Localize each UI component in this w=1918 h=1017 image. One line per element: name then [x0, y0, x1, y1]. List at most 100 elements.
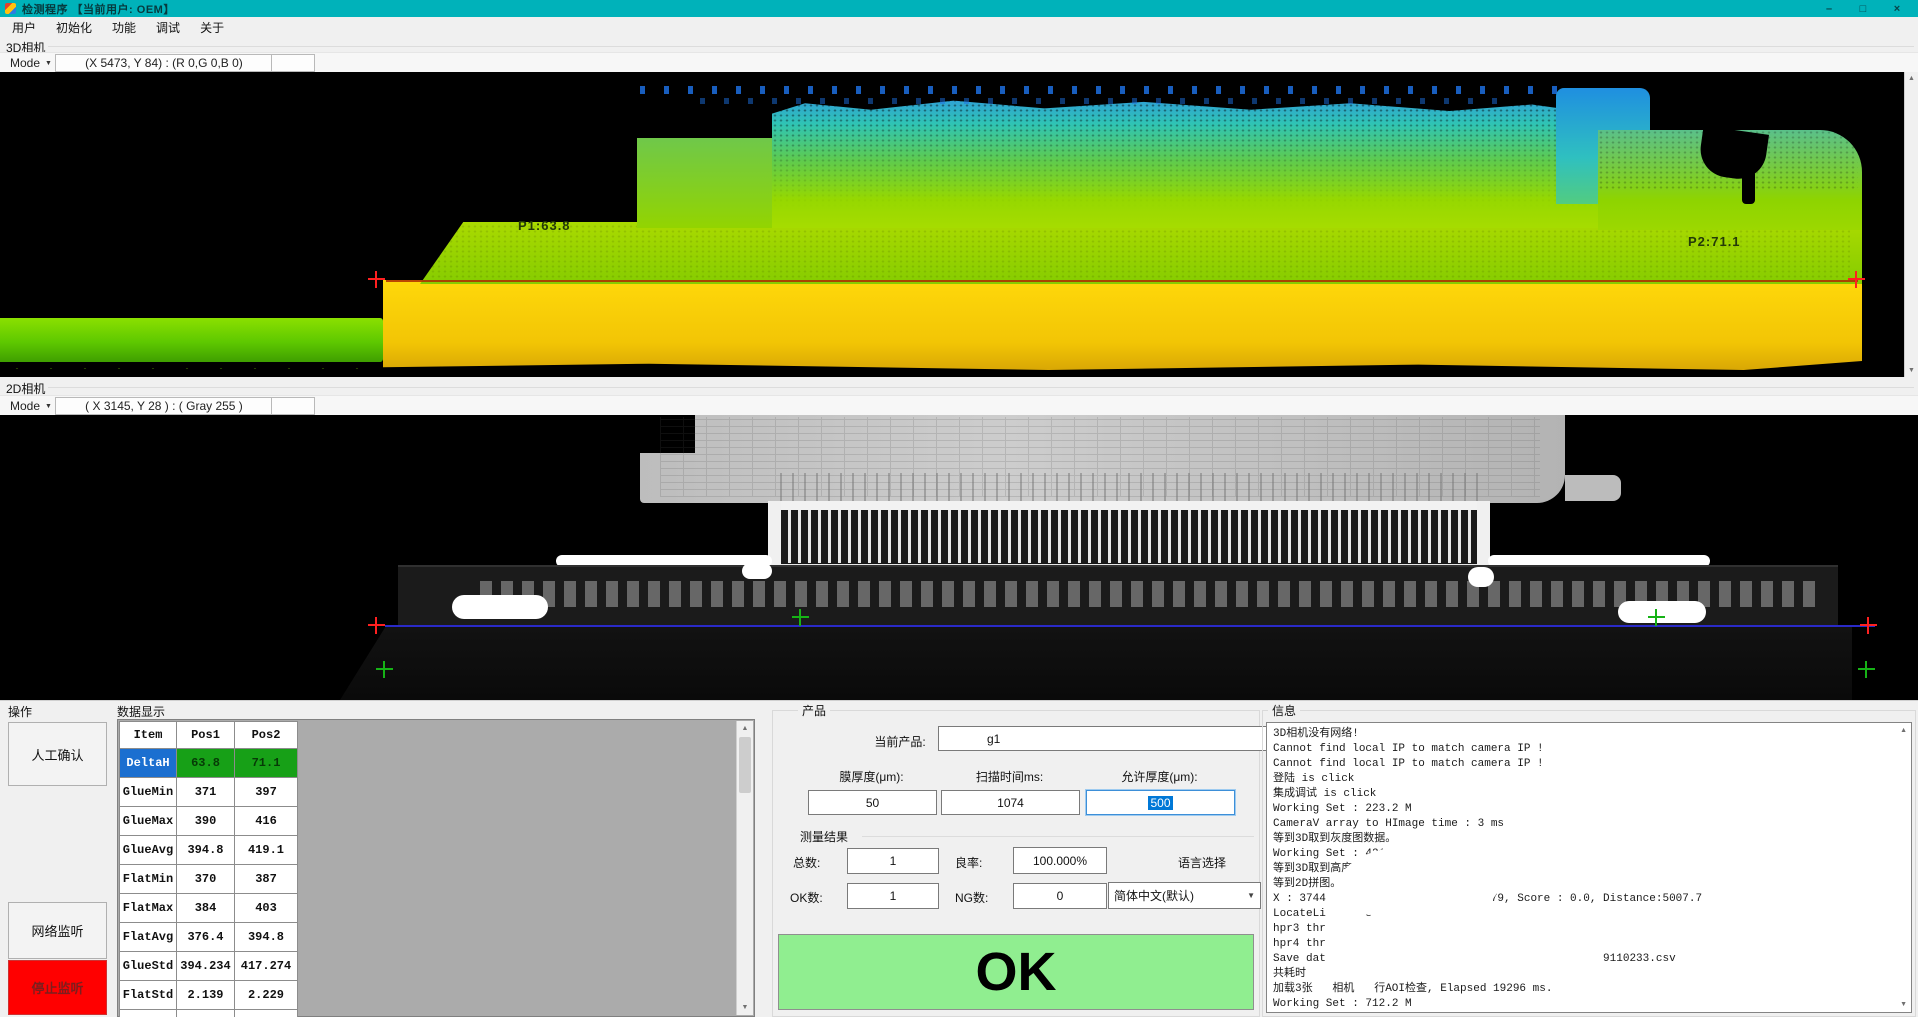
table-row-X[interactable]: X2583.57966.7	[120, 1010, 298, 1017]
base-pads	[480, 581, 1820, 607]
menu-item-3[interactable]: 调试	[146, 17, 190, 38]
camera2d-mode-dropdown[interactable]: Mode ▼	[6, 398, 56, 414]
stop-listen-button[interactable]: 停止监听	[8, 960, 107, 1015]
cell-FlatMax-pos1[interactable]: 384	[177, 894, 235, 923]
menu-item-4[interactable]: 关于	[190, 17, 234, 38]
cell-GlueStd-pos2[interactable]: 417.274	[235, 952, 298, 981]
table-header-pos1[interactable]: Pos1	[177, 722, 235, 749]
ok-count-field[interactable]: 1	[847, 883, 939, 909]
cell-GlueMax-pos1[interactable]: 390	[177, 807, 235, 836]
total-count-label: 总数:	[793, 854, 843, 871]
yield-field[interactable]: 100.000%	[1013, 847, 1107, 874]
table-header-row: ItemPos1Pos2	[120, 722, 298, 749]
cell-FlatStd-item[interactable]: FlatStd	[120, 981, 177, 1010]
cell-GlueStd-item[interactable]: GlueStd	[120, 952, 177, 981]
divider	[48, 46, 1914, 47]
green-corner-marker	[376, 661, 393, 678]
noise-overlay	[772, 98, 1598, 208]
cell-GlueMin-item[interactable]: GlueMin	[120, 778, 177, 807]
cell-FlatAvg-item[interactable]: FlatAvg	[120, 923, 177, 952]
scroll-up-icon[interactable]: ▲	[737, 725, 753, 732]
scroll-down-icon[interactable]: ▼	[1900, 1001, 1907, 1008]
cell-GlueAvg-pos1[interactable]: 394.8	[177, 836, 235, 865]
camera3d-mode-dropdown[interactable]: Mode ▼	[6, 55, 56, 71]
scrollbar-thumb[interactable]	[739, 737, 751, 793]
cell-FlatAvg-pos2[interactable]: 394.8	[235, 923, 298, 952]
title-bar[interactable]: 检测程序 【当前用户: OEM】 – □ ×	[0, 0, 1918, 17]
divider	[862, 836, 1254, 837]
camera3d-coordinates-readout: (X 5473, Y 84) : (R 0,G 0,B 0)	[55, 54, 273, 72]
close-button[interactable]: ×	[1880, 0, 1914, 17]
menu-item-1[interactable]: 初始化	[46, 17, 102, 38]
table-row-FlatStd[interactable]: FlatStd2.1392.229	[120, 981, 298, 1010]
language-dropdown[interactable]: 简体中文(默认) ▼	[1108, 882, 1261, 909]
cell-DeltaH-pos1[interactable]: 63.8	[177, 749, 235, 778]
info-log-box[interactable]: 3D相机没有网络!Cannot find local IP to match c…	[1266, 722, 1912, 1013]
manual-confirm-button[interactable]: 人工确认	[8, 722, 107, 786]
cell-GlueAvg-item[interactable]: GlueAvg	[120, 836, 177, 865]
cell-FlatMax-item[interactable]: FlatMax	[120, 894, 177, 923]
log-line-0: 3D相机没有网络!	[1273, 727, 1702, 742]
scroll-down-icon[interactable]: ▼	[1905, 367, 1918, 374]
table-row-GlueStd[interactable]: GlueStd394.234417.274	[120, 952, 298, 981]
camera3d-scrollbar[interactable]: ▲ ▼	[1904, 72, 1918, 377]
cell-GlueMax-item[interactable]: GlueMax	[120, 807, 177, 836]
ng-count-label: NG数:	[955, 889, 1009, 906]
glue-blob	[452, 595, 548, 619]
total-count-field[interactable]: 1	[847, 848, 939, 874]
table-row-FlatAvg[interactable]: FlatAvg376.4394.8	[120, 923, 298, 952]
scan-time-field[interactable]: 1074	[941, 790, 1080, 815]
camera3d-image[interactable]: P1:63.8 P2:71.1 ▲ ▼	[0, 72, 1918, 377]
measure-result-label: 测量结果	[796, 828, 852, 845]
lower-body	[340, 627, 1852, 700]
allowed-thickness-field[interactable]: 500	[1086, 790, 1235, 815]
minimize-button[interactable]: –	[1812, 0, 1846, 17]
scroll-down-icon[interactable]: ▼	[737, 1004, 753, 1011]
restore-button[interactable]: □	[1846, 0, 1880, 17]
table-header-item[interactable]: Item	[120, 722, 177, 749]
menu-item-0[interactable]: 用户	[2, 17, 46, 38]
table-row-GlueMin[interactable]: GlueMin371397	[120, 778, 298, 807]
data-display-label: 数据显示	[117, 703, 165, 720]
cell-FlatStd-pos1[interactable]: 2.139	[177, 981, 235, 1010]
current-product-field[interactable]: g1	[938, 726, 1303, 751]
ng-count-field[interactable]: 0	[1013, 883, 1107, 909]
green-corner-marker	[1858, 661, 1875, 678]
table-row-GlueAvg[interactable]: GlueAvg394.8419.1	[120, 836, 298, 865]
cell-GlueMin-pos1[interactable]: 371	[177, 778, 235, 807]
table-row-FlatMin[interactable]: FlatMin370387	[120, 865, 298, 894]
scroll-up-icon[interactable]: ▲	[1900, 727, 1907, 734]
camera2d-image[interactable]	[0, 415, 1918, 700]
log-line-13: hpr3 thr	[1273, 922, 1702, 937]
connector-top-edge	[768, 501, 1490, 510]
network-listen-button[interactable]: 网络监听	[8, 902, 107, 959]
cell-FlatMin-pos1[interactable]: 370	[177, 865, 235, 894]
cell-DeltaH-pos2[interactable]: 71.1	[235, 749, 298, 778]
menu-item-2[interactable]: 功能	[102, 17, 146, 38]
film-thickness-field[interactable]: 50	[808, 790, 937, 815]
chevron-down-icon: ▼	[1247, 891, 1255, 900]
table-row-FlatMax[interactable]: FlatMax384403	[120, 894, 298, 923]
cell-GlueMin-pos2[interactable]: 397	[235, 778, 298, 807]
crosshair-marker-right	[1860, 617, 1877, 634]
data-grid-scrollbar[interactable]: ▲ ▼	[736, 721, 753, 1015]
cell-FlatStd-pos2[interactable]: 2.229	[235, 981, 298, 1010]
chevron-down-icon: ▼	[45, 403, 52, 410]
cell-FlatMin-pos2[interactable]: 387	[235, 865, 298, 894]
scroll-up-icon[interactable]: ▲	[1905, 75, 1918, 82]
cell-GlueAvg-pos2[interactable]: 419.1	[235, 836, 298, 865]
cell-X-item[interactable]: X	[120, 1010, 177, 1017]
pcb-tab	[1565, 475, 1621, 501]
cell-GlueMax-pos2[interactable]: 416	[235, 807, 298, 836]
table-row-DeltaH[interactable]: DeltaH63.871.1	[120, 749, 298, 778]
cell-FlatMin-item[interactable]: FlatMin	[120, 865, 177, 894]
cell-X-pos2[interactable]: 7966.7	[235, 1010, 298, 1017]
cell-FlatMax-pos2[interactable]: 403	[235, 894, 298, 923]
cell-DeltaH-item[interactable]: DeltaH	[120, 749, 177, 778]
cell-X-pos1[interactable]: 2583.5	[177, 1010, 235, 1017]
log-line-1: Cannot find local IP to match camera IP …	[1273, 742, 1702, 757]
cell-GlueStd-pos1[interactable]: 394.234	[177, 952, 235, 981]
cell-FlatAvg-pos1[interactable]: 376.4	[177, 923, 235, 952]
table-header-pos2[interactable]: Pos2	[235, 722, 298, 749]
table-row-GlueMax[interactable]: GlueMax390416	[120, 807, 298, 836]
